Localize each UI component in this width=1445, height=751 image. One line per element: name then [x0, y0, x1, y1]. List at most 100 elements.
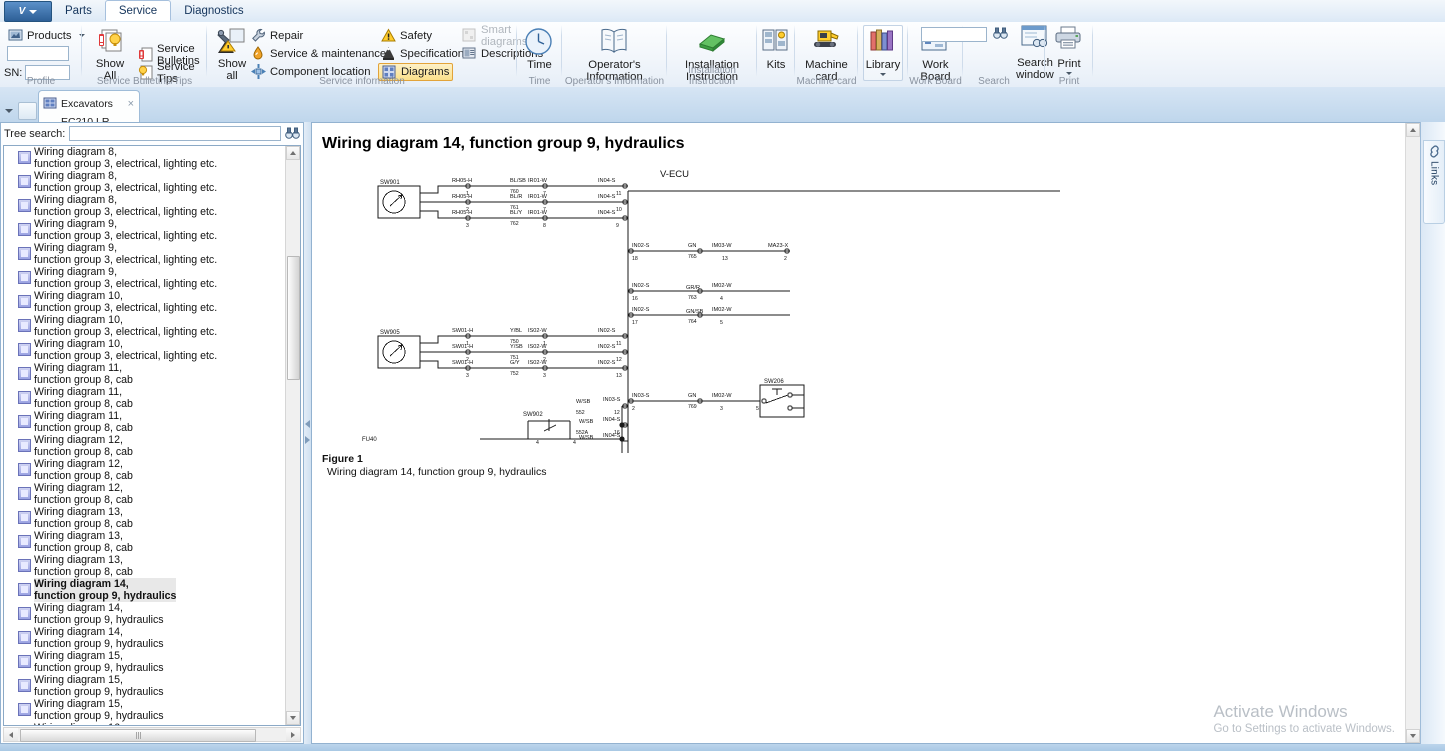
scroll-right-button[interactable] — [286, 728, 300, 741]
service-maintenance-button[interactable]: Service & maintenance — [249, 45, 388, 62]
scrollbar-thumb[interactable] — [287, 256, 300, 380]
svg-text:GN: GN — [688, 243, 696, 249]
links-tab[interactable]: Links — [1423, 140, 1445, 224]
time-button[interactable]: Time — [519, 27, 560, 72]
ribbon-toolbar: Products SN: Profile Show All Service Bu… — [0, 22, 1445, 88]
svg-text:IR01-W: IR01-W — [528, 178, 548, 184]
new-tab-button[interactable] — [18, 102, 37, 120]
kits-button[interactable]: Kits — [759, 27, 793, 72]
tree-item[interactable]: Wiring diagram 8, function group 3, elect… — [4, 194, 286, 218]
book-open-icon — [599, 27, 630, 58]
svg-text:9: 9 — [616, 223, 619, 229]
tree-vertical-scrollbar[interactable] — [285, 146, 300, 725]
panel-splitter[interactable] — [304, 122, 311, 744]
wiring-diagram: V-ECU SW901 SW905 SW902 SW206 FU40 RH05-… — [360, 163, 1060, 453]
diagram-item-icon — [18, 343, 31, 356]
hscrollbar-thumb[interactable] — [20, 729, 256, 742]
scroll-down-button[interactable] — [286, 711, 300, 725]
scroll-up-button[interactable] — [286, 146, 300, 160]
diagram-item-icon — [18, 319, 31, 332]
tree-item[interactable]: Wiring diagram 14, function group 9, hydr… — [4, 626, 286, 650]
tree-item-line1: Wiring diagram 12, — [34, 458, 123, 470]
tab-list-dropdown-icon[interactable] — [2, 104, 16, 118]
tree-item[interactable]: Wiring diagram 9, function group 3, elect… — [4, 218, 286, 242]
diagram-item-icon — [18, 367, 31, 380]
tree-search-input[interactable] — [69, 126, 281, 141]
tree-item-label: Wiring diagram 13, function group 8, cab — [34, 530, 133, 554]
content-vertical-scrollbar[interactable] — [1405, 123, 1420, 743]
tree-item[interactable]: Wiring diagram 8, function group 3, elect… — [4, 146, 286, 170]
operators-information-label-1: Operator's — [588, 59, 641, 71]
show-all-bulletins-button[interactable]: Show All — [88, 26, 132, 82]
tree-item[interactable]: Wiring diagram 9, function group 3, elect… — [4, 242, 286, 266]
tree-item-label: Wiring diagram 12, function group 8, cab — [34, 482, 133, 506]
svg-text:MA23-X: MA23-X — [768, 243, 788, 249]
products-dropdown[interactable]: Products — [6, 27, 87, 44]
content-scroll-up-button[interactable] — [1406, 123, 1420, 137]
splitter-grip[interactable] — [304, 412, 311, 452]
tree-panel: Tree search: Wiring diagram 8, function g… — [0, 122, 304, 744]
tree-item[interactable]: Wiring diagram 12, function group 8, cab — [4, 482, 286, 506]
menu-tab-parts[interactable]: Parts — [52, 0, 105, 22]
document-tab-excavators[interactable]: Excavators EC210 LR Volvo × — [38, 90, 140, 146]
content-scroll-down-button[interactable] — [1406, 729, 1420, 743]
tree-item-line2: function group 8, cab — [34, 494, 133, 506]
tree-item[interactable]: Wiring diagram 12, function group 8, cab — [4, 434, 286, 458]
ribbon-group-library: Library — [858, 22, 908, 87]
svg-text:8: 8 — [543, 223, 546, 229]
tree-item[interactable]: Wiring diagram 13, function group 8, cab — [4, 530, 286, 554]
print-label: Print — [1057, 58, 1081, 70]
library-button[interactable]: Library — [863, 25, 903, 81]
tree-item[interactable]: Wiring diagram 11, function group 8, cab — [4, 386, 286, 410]
diagram-item-icon — [18, 703, 31, 716]
tree-item[interactable]: Wiring diagram 9, function group 3, elect… — [4, 266, 286, 290]
tree-item[interactable]: Wiring diagram 11, function group 8, cab — [4, 410, 286, 434]
product-field[interactable] — [7, 46, 69, 61]
repair-button[interactable]: Repair — [249, 27, 305, 44]
safety-button[interactable]: Safety — [379, 27, 434, 44]
print-button[interactable]: Print — [1048, 26, 1090, 75]
ribbon-group-time: Time Time — [517, 22, 562, 87]
show-all-service-button[interactable]: Show all — [212, 26, 252, 82]
kits-label: Kits — [766, 59, 786, 71]
tree-item-label: Wiring diagram 9, function group 3, elect… — [34, 266, 217, 290]
ribbon-group-print: Print Print — [1045, 22, 1093, 87]
tree-item[interactable]: Wiring diagram 11, function group 8, cab — [4, 362, 286, 386]
tree-item[interactable]: Wiring diagram 15, function group 9, hydr… — [4, 674, 286, 698]
tree-item[interactable]: Wiring diagram 12, function group 8, cab — [4, 458, 286, 482]
tree-item[interactable]: Wiring diagram 10, function group 3, elec… — [4, 314, 286, 338]
figure-caption-text: Wiring diagram 14, function group 9, hyd… — [327, 466, 547, 478]
binoculars-icon[interactable] — [285, 127, 300, 140]
menu-tab-service[interactable]: Service — [104, 0, 172, 21]
tree-item[interactable]: Wiring diagram 13, function group 8, cab — [4, 506, 286, 530]
scroll-left-button[interactable] — [4, 728, 18, 741]
close-icon[interactable]: × — [128, 98, 134, 110]
tree-item-line1: Wiring diagram 10, — [34, 314, 123, 326]
tree-item[interactable]: Wiring diagram 14, function group 9, hydr… — [4, 578, 286, 602]
tree-item[interactable]: Wiring diagram 16, — [4, 722, 286, 725]
tree-item-line2: function group 8, cab — [34, 446, 133, 458]
svg-text:764: 764 — [688, 319, 697, 325]
app-logo-icon: V — [18, 5, 26, 17]
search-input[interactable] — [921, 27, 987, 42]
library-books-icon — [868, 27, 899, 58]
tree-item[interactable]: Wiring diagram 13, function group 8, cab — [4, 554, 286, 578]
tree-item[interactable]: Wiring diagram 10, function group 3, elec… — [4, 338, 286, 362]
tree-item[interactable]: Wiring diagram 15, function group 9, hydr… — [4, 650, 286, 674]
group-caption-bulletins: Service Bulletins/Tips — [96, 76, 193, 87]
tree-item[interactable]: Wiring diagram 15, function group 9, hydr… — [4, 698, 286, 722]
tree-horizontal-scrollbar[interactable] — [3, 727, 301, 742]
svg-text:IS02-W: IS02-W — [528, 328, 547, 334]
operators-information-button[interactable]: Operator's Information — [572, 27, 657, 83]
binoculars-icon[interactable] — [993, 27, 1008, 42]
tree-item[interactable]: Wiring diagram 8, function group 3, elect… — [4, 170, 286, 194]
tree-item[interactable]: Wiring diagram 14, function group 9, hydr… — [4, 602, 286, 626]
tree-view: Wiring diagram 8, function group 3, elect… — [3, 145, 301, 726]
tree-item[interactable]: Wiring diagram 10, function group 3, elec… — [4, 290, 286, 314]
specifications-button[interactable]: Specifications — [379, 45, 472, 62]
menu-tab-diagnostics[interactable]: Diagnostics — [171, 0, 256, 22]
tree-item-list[interactable]: Wiring diagram 8, function group 3, elect… — [4, 146, 286, 725]
machine-card-button[interactable]: Machine card — [799, 27, 854, 83]
application-menu-orb[interactable]: V — [4, 1, 52, 22]
svg-text:18: 18 — [632, 256, 638, 262]
